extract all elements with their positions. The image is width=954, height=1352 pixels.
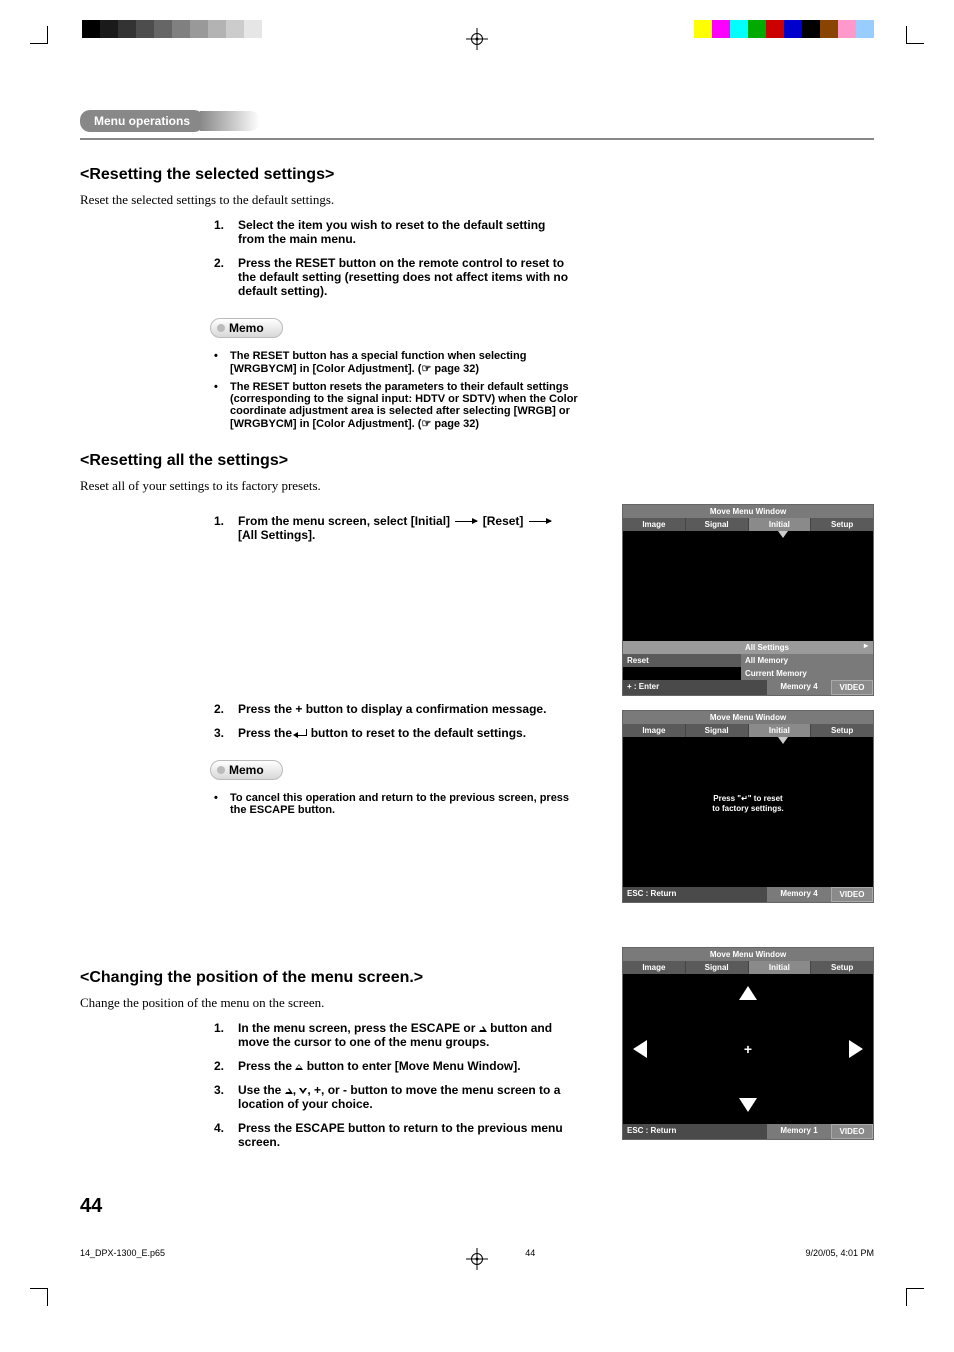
triangle-up-icon [295,1064,303,1070]
osd-screenshot-2: Move Menu Window Image Signal Initial Se… [622,710,874,903]
registration-mark-icon [466,1248,488,1270]
osd-tab: Setup [811,518,873,531]
step-item: 4.Press the ESCAPE button to return to t… [214,1121,574,1149]
osd-tab: Initial [749,518,812,531]
osd-tab: Image [623,961,686,974]
section2-title: <Resetting all the settings> [80,452,874,470]
triangle-down-icon [778,531,788,538]
osd-screenshot-3: Move Menu Window Image Signal Initial Se… [622,947,874,1140]
arrow-right-icon [529,521,551,522]
breadcrumb-fade [200,111,260,131]
osd-tab: Signal [686,724,749,737]
osd-footer-hint: + : Enter [623,680,767,695]
footer-page: 44 [525,1248,535,1258]
arrow-right-icon [455,521,477,522]
step-item: 2. Press the button to enter [Move Menu … [214,1059,574,1073]
breadcrumb: Menu operations [80,110,204,132]
enter-icon [295,729,307,739]
osd-tab: Setup [811,724,873,737]
crop-mark-icon [30,1288,48,1306]
osd-footer-input: VIDEO [831,1124,873,1139]
osd-option: All Settings [741,641,859,654]
triangle-down-icon [778,737,788,744]
osd-footer-memory: Memory 4 [767,887,831,902]
step-item: 1. From the menu screen, select [Initial… [214,514,574,542]
section1-title: <Resetting the selected settings> [80,166,874,184]
osd-option: All Memory [741,654,859,667]
osd-tab: Signal [686,961,749,974]
footer-file: 14_DPX-1300_E.p65 [80,1248,165,1258]
grayscale-bar-icon [82,20,262,38]
osd-footer-hint: ESC : Return [623,1124,767,1139]
triangle-up-icon [285,1088,293,1094]
triangle-up-icon [479,1026,487,1032]
osd-footer-memory: Memory 1 [767,1124,831,1139]
triangle-down-icon [299,1088,307,1094]
page-number: 44 [80,1195,874,1218]
osd-footer-memory: Memory 4 [767,680,831,695]
osd-confirm-message: Press "↵" to resetto factory settings. [712,794,784,815]
crop-mark-icon [30,26,48,44]
osd-tab: Image [623,518,686,531]
plus-icon: + [744,1041,752,1057]
memo-label: Memo [210,318,283,338]
osd-title: Move Menu Window [623,948,873,961]
arrow-left-icon [633,1040,647,1058]
osd-tab: Initial [749,724,812,737]
step-item: 3. Press the button to reset to the defa… [214,726,574,740]
osd-option: Current Memory [741,667,859,680]
arrow-up-icon [739,986,757,1000]
step-item: 1.Select the item you wish to reset to t… [214,218,574,246]
registration-mark-icon [466,28,488,50]
memo-item: The RESET button has a special function … [214,350,584,375]
step-item: 2.Press the + button to display a confir… [214,702,574,716]
section1-intro: Reset the selected settings to the defau… [80,192,874,208]
arrow-right-icon [849,1040,863,1058]
osd-tab: Initial [749,961,812,974]
crop-mark-icon [906,26,924,44]
section3-intro: Change the position of the menu on the s… [80,995,604,1011]
arrow-down-icon [739,1098,757,1112]
osd-row-label: Reset [623,654,741,667]
osd-footer-input: VIDEO [831,680,873,695]
print-footer: 14_DPX-1300_E.p65 44 9/20/05, 4:01 PM [80,1248,874,1258]
step-item: 1. In the menu screen, press the ESCAPE … [214,1021,574,1049]
section2-intro: Reset all of your settings to its factor… [80,478,874,494]
step-item: 3. Use the , , +, or - button to move th… [214,1083,574,1111]
osd-footer-input: VIDEO [831,887,873,902]
memo-item: To cancel this operation and return to t… [214,792,584,816]
footer-date: 9/20/05, 4:01 PM [805,1248,874,1258]
osd-tab: Setup [811,961,873,974]
osd-screenshot-1: Move Menu Window Image Signal Initial Se… [622,504,874,696]
divider [80,138,874,140]
memo-label: Memo [210,760,283,780]
osd-tab: Image [623,724,686,737]
memo-item: The RESET button resets the parameters t… [214,381,584,430]
step-item: 2.Press the RESET button on the remote c… [214,256,574,298]
color-bar-icon [694,20,874,38]
crop-mark-icon [906,1288,924,1306]
osd-title: Move Menu Window [623,505,873,518]
osd-title: Move Menu Window [623,711,873,724]
osd-tab: Signal [686,518,749,531]
section3-title: <Changing the position of the menu scree… [80,969,604,987]
osd-footer-hint: ESC : Return [623,887,767,902]
